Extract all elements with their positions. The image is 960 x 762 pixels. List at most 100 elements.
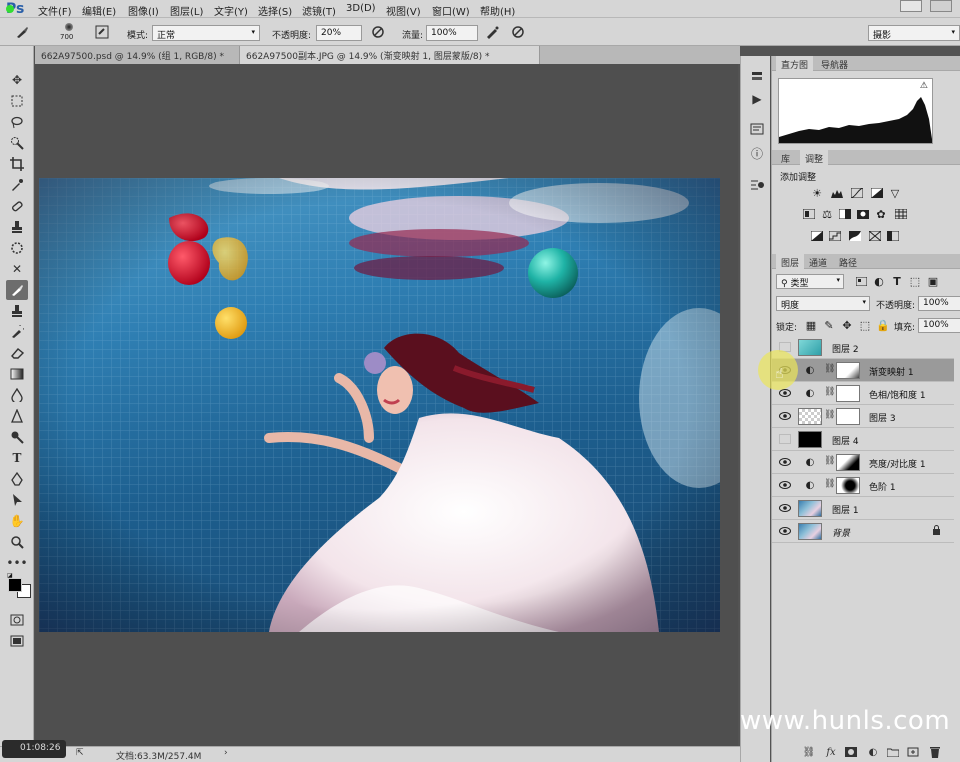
layer-mask-thumbnail[interactable] <box>836 408 860 425</box>
pen-tool-icon[interactable] <box>6 469 28 489</box>
quick-mask-icon[interactable] <box>6 610 28 630</box>
gradient-map-icon[interactable] <box>868 230 882 242</box>
menu-select[interactable]: 选择(S) <box>258 3 292 18</box>
tab-libraries[interactable]: 库 <box>776 150 795 165</box>
visibility-eye-icon[interactable] <box>779 457 791 467</box>
tab-channels[interactable]: 通道 <box>804 254 832 269</box>
move-tool-icon[interactable]: ✥ <box>6 70 28 90</box>
menu-view[interactable]: 视图(V) <box>386 3 421 18</box>
menu-edit[interactable]: 编辑(E) <box>82 3 116 18</box>
layer-row[interactable]: 背景 <box>772 520 954 543</box>
lock-transparent-icon[interactable]: ▦ <box>804 319 818 332</box>
threshold-icon[interactable] <box>848 230 862 242</box>
spot-healing-tool-icon[interactable] <box>6 196 28 216</box>
link-chain-icon[interactable]: ⛓ <box>824 456 835 466</box>
layer-thumbnail[interactable] <box>798 408 822 425</box>
warning-icon[interactable]: ⚠ <box>920 81 928 91</box>
layer-name[interactable]: 色阶 1 <box>869 480 896 493</box>
layer-thumbnail[interactable] <box>798 339 822 356</box>
filter-shape-icon[interactable]: ⬚ <box>908 275 922 288</box>
pressure-opacity-icon[interactable] <box>370 24 386 40</box>
levels-icon[interactable] <box>830 187 844 199</box>
layer-thumbnail[interactable] <box>798 500 822 517</box>
color-lookup-icon[interactable] <box>894 208 908 220</box>
dodge-tool-icon[interactable] <box>6 427 28 447</box>
content-aware-move-tool-icon[interactable]: ✕ <box>6 259 28 279</box>
visibility-eye-icon[interactable] <box>779 411 791 421</box>
photo-filter-icon[interactable] <box>856 208 870 220</box>
clone-stamp-tool-icon[interactable] <box>6 217 28 237</box>
layer-name[interactable]: 图层 4 <box>832 434 859 447</box>
color-swatches[interactable]: ◪ <box>5 570 31 602</box>
actions-play-icon[interactable]: ▶ <box>747 90 767 108</box>
menu-file[interactable]: 文件(F) <box>38 3 72 18</box>
layer-row[interactable]: ⛓ 图层 3 <box>772 405 954 428</box>
marquee-tool-icon[interactable] <box>6 91 28 111</box>
layer-row[interactable]: ◐ ⛓ 亮度/对比度 1 <box>772 451 954 474</box>
tab-navigator[interactable]: 导航器 <box>816 56 853 71</box>
menu-image[interactable]: 图像(I) <box>128 3 159 18</box>
document-image[interactable] <box>39 178 720 632</box>
selective-color-icon[interactable] <box>886 230 900 242</box>
menu-window[interactable]: 窗口(W) <box>432 3 470 18</box>
exposure-icon[interactable] <box>870 187 884 199</box>
menu-type[interactable]: 文字(Y) <box>214 3 248 18</box>
layer-row[interactable]: ◐ ⛓ 色相/饱和度 1 <box>772 382 954 405</box>
eyedropper-tool-icon[interactable] <box>6 175 28 195</box>
channel-mixer-icon[interactable]: ✿ <box>874 208 888 221</box>
foreground-color-swatch[interactable] <box>8 578 22 592</box>
chevron-right-icon[interactable]: › <box>224 748 228 758</box>
lock-artboard-icon[interactable]: ⬚ <box>858 319 872 332</box>
export-icon[interactable]: ⇱ <box>76 748 84 758</box>
flow-input[interactable]: 100% <box>426 25 478 41</box>
eraser-tool-icon[interactable] <box>6 343 28 363</box>
info-icon[interactable]: ⓘ <box>747 144 767 162</box>
history-panel-icon[interactable] <box>747 68 767 86</box>
tab-layers[interactable]: 图层 <box>776 254 805 269</box>
restore-window-button[interactable] <box>900 0 922 12</box>
filter-type-icon[interactable]: T <box>890 275 904 288</box>
layer-name[interactable]: 渐变映射 1 <box>869 365 914 378</box>
filter-pixel-icon[interactable] <box>854 275 868 287</box>
layer-name[interactable]: 图层 3 <box>869 411 896 424</box>
layer-row[interactable]: 图层 1 <box>772 497 954 520</box>
screen-mode-icon[interactable] <box>6 631 28 651</box>
layer-row[interactable]: ◐ ⛓ 渐变映射 1 <box>772 359 954 382</box>
layer-name[interactable]: 背景 <box>832 526 850 539</box>
add-mask-icon[interactable] <box>843 744 859 760</box>
brightness-icon[interactable]: ☀ <box>810 187 824 200</box>
link-chain-icon[interactable]: ⛓ <box>824 479 835 489</box>
layer-row[interactable]: ◐ ⛓ 色阶 1 <box>772 474 954 497</box>
layer-name[interactable]: 图层 2 <box>832 342 859 355</box>
posterize-icon[interactable] <box>828 230 842 242</box>
hand-tool-icon[interactable]: ✋ <box>6 511 28 531</box>
workspace-select[interactable]: 摄影 ▾ <box>868 25 960 41</box>
layer-mask-thumbnail[interactable] <box>836 477 860 494</box>
lock-image-icon[interactable]: ✎ <box>822 319 836 332</box>
menu-help[interactable]: 帮助(H) <box>480 3 515 18</box>
stamp-tool-icon[interactable] <box>6 301 28 321</box>
brush-tool-icon[interactable] <box>14 24 30 40</box>
quick-selection-tool-icon[interactable] <box>6 133 28 153</box>
layer-row[interactable]: 图层 4 <box>772 428 954 451</box>
layer-blend-mode-select[interactable]: 明度 ▾ <box>776 296 870 311</box>
layer-opacity-input[interactable]: 100% <box>918 296 960 311</box>
pressure-size-icon[interactable] <box>510 24 526 40</box>
type-tool-icon[interactable]: T <box>6 448 28 468</box>
link-layers-icon[interactable]: ⛓ <box>801 744 817 760</box>
history-brush-tool-icon[interactable] <box>6 322 28 342</box>
visibility-eye-icon[interactable] <box>779 480 791 490</box>
filter-adjustment-icon[interactable]: ◐ <box>872 275 886 288</box>
pattern-stamp-tool-icon[interactable] <box>6 238 28 258</box>
lock-all-icon[interactable]: 🔒 <box>876 319 890 332</box>
layer-mask-thumbnail[interactable] <box>836 362 860 379</box>
brush-tool-icon[interactable] <box>6 280 28 300</box>
curves-icon[interactable] <box>850 187 864 199</box>
new-group-icon[interactable] <box>885 744 901 760</box>
new-adjustment-layer-icon[interactable]: ◐ <box>865 744 881 760</box>
color-balance-icon[interactable]: ⚖ <box>820 208 834 221</box>
layer-name[interactable]: 图层 1 <box>832 503 859 516</box>
tab-paths[interactable]: 路径 <box>834 254 862 269</box>
brush-panel-toggle-icon[interactable] <box>94 24 110 40</box>
black-white-icon[interactable] <box>838 208 852 220</box>
